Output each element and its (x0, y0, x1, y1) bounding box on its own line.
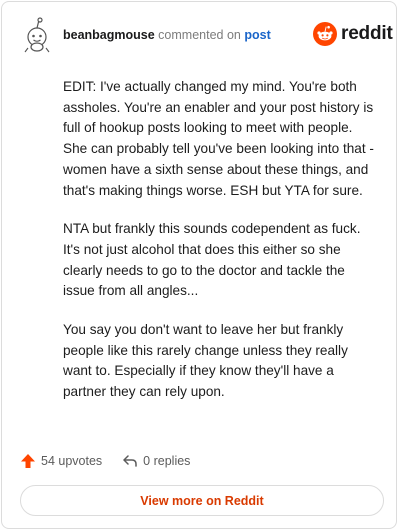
reply-button[interactable]: 0 replies (122, 453, 190, 469)
reply-arrow-icon (123, 455, 137, 467)
comment-body: EDIT: I've actually changed my mind. You… (63, 77, 375, 403)
view-more-button[interactable]: View more on Reddit (20, 485, 384, 516)
brand-wordmark: reddit (341, 23, 393, 44)
reddit-brand[interactable]: reddit (313, 22, 393, 46)
comment-card: beanbagmouse commented on post reddit ED… (1, 1, 397, 529)
action-text: commented on (158, 28, 241, 42)
comment-meta: beanbagmouse commented on post (63, 28, 271, 42)
reply-count: 0 replies (143, 454, 191, 468)
upvote-count: 54 upvotes (41, 454, 103, 468)
comment-paragraph: You say you don't want to leave her but … (63, 322, 348, 400)
reddit-logo-icon (313, 22, 337, 46)
upvote-arrow-icon (21, 454, 35, 468)
post-link[interactable]: post (244, 28, 270, 42)
upvote-button[interactable]: 54 upvotes (20, 453, 102, 469)
avatar[interactable] (20, 16, 54, 54)
comment-actions: 54 upvotes 0 replies (20, 451, 190, 471)
comment-paragraph: EDIT: I've actually changed my mind. You… (63, 79, 374, 198)
comment-header: beanbagmouse commented on post reddit (2, 2, 396, 62)
author-link[interactable]: beanbagmouse (63, 28, 155, 42)
comment-paragraph: NTA but frankly this sounds codependent … (63, 221, 361, 299)
